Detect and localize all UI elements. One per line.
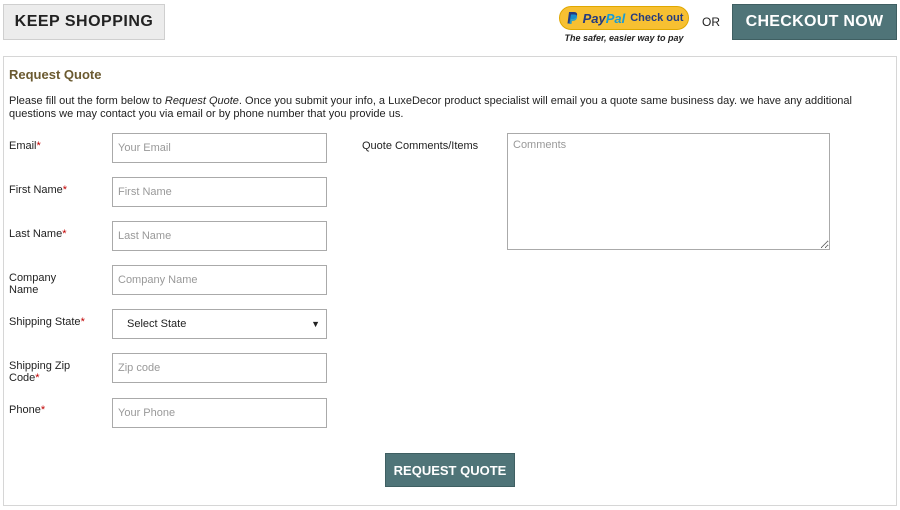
- shipping-zip-label-line2: Code: [9, 372, 36, 384]
- phone-label: Phone*: [9, 404, 104, 416]
- checkout-now-button[interactable]: CHECKOUT NOW: [732, 4, 897, 40]
- dropdown-arrow-icon: ▼: [311, 319, 320, 329]
- required-marker: *: [62, 184, 68, 196]
- required-marker: *: [35, 372, 40, 384]
- paypal-logo-icon: [567, 12, 577, 24]
- last-name-field[interactable]: [112, 221, 327, 251]
- paypal-word-pal: Pal: [605, 10, 626, 26]
- page-title: Request Quote: [9, 67, 102, 82]
- intro-text-emphasis: Request Quote: [164, 95, 239, 107]
- paypal-checkout[interactable]: Pay Pal Check out The safer, easier way t…: [559, 6, 689, 43]
- paypal-checkout-button[interactable]: Pay Pal Check out: [559, 6, 689, 30]
- paypal-checkout-label: Check out: [630, 12, 684, 24]
- request-quote-button[interactable]: REQUEST QUOTE: [385, 453, 515, 487]
- required-marker: *: [36, 140, 41, 152]
- shipping-zip-label: Shipping Zip Code*: [9, 360, 104, 384]
- shipping-state-label: Shipping State*: [9, 316, 104, 328]
- keep-shopping-button[interactable]: KEEP SHOPPING: [3, 4, 165, 40]
- comments-label: Quote Comments/Items: [362, 140, 479, 152]
- phone-label-text: Phone: [9, 404, 41, 416]
- last-name-label: Last Name*: [9, 228, 104, 240]
- first-name-label: First Name*: [9, 184, 104, 196]
- required-marker: *: [40, 404, 46, 416]
- shipping-state-select[interactable]: Select State ▼: [112, 309, 327, 339]
- paypal-word-pay: Pay: [582, 10, 606, 26]
- paypal-tagline: The safer, easier way to pay: [564, 33, 684, 43]
- zip-code-field[interactable]: [112, 353, 327, 383]
- or-separator: OR: [702, 15, 720, 29]
- intro-text-start: Please fill out the form below to: [9, 95, 165, 107]
- email-label: Email*: [9, 140, 104, 152]
- first-name-field[interactable]: [112, 177, 327, 207]
- first-name-label-text: First Name: [9, 184, 63, 196]
- required-marker: *: [62, 228, 67, 240]
- shipping-state-label-text: Shipping State: [9, 316, 81, 328]
- required-marker: *: [80, 316, 85, 328]
- last-name-label-text: Last Name: [9, 228, 63, 240]
- email-label-text: Email: [9, 140, 37, 152]
- email-field[interactable]: [112, 133, 327, 163]
- company-name-label: Company Name: [9, 272, 57, 296]
- shipping-zip-label-line1: Shipping Zip: [9, 360, 71, 372]
- intro-text: Please fill out the form below to Reques…: [9, 95, 879, 121]
- shipping-state-selected: Select State: [127, 318, 187, 330]
- company-name-field[interactable]: [112, 265, 327, 295]
- phone-field[interactable]: [112, 398, 327, 428]
- request-quote-panel: Request Quote Please fill out the form b…: [3, 56, 897, 506]
- comments-textarea[interactable]: [507, 133, 830, 250]
